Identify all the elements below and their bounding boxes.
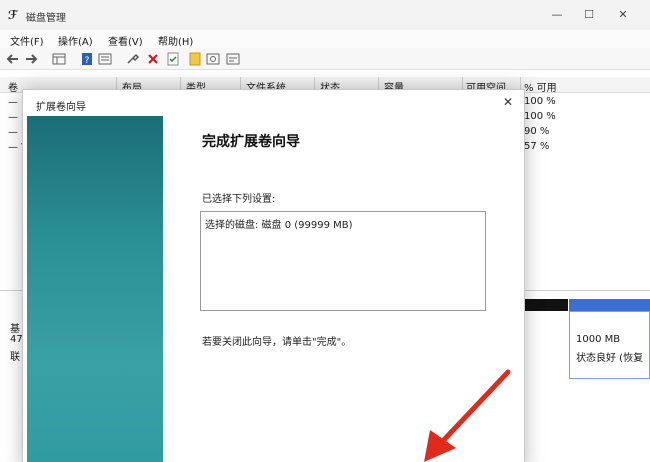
disk-status: 联 (10, 352, 20, 363)
title-bar: ℱ 磁盘管理 — ☐ ✕ (0, 0, 650, 30)
close-button[interactable]: ✕ (612, 6, 634, 24)
menu-action[interactable]: 操作(A) (58, 33, 93, 48)
connect-icon[interactable] (126, 52, 140, 66)
menu-bar: 文件(F) 操作(A) 查看(V) 帮助(H) (0, 30, 650, 48)
maximize-button[interactable]: ☐ (578, 6, 600, 24)
disk-label: 基 (10, 324, 20, 335)
properties-icon[interactable] (226, 52, 240, 66)
disk-size: 47 (10, 334, 23, 345)
back-icon[interactable] (6, 52, 20, 66)
menu-view[interactable]: 查看(V) (108, 33, 143, 48)
grid-icon[interactable] (52, 52, 66, 66)
minimize-button[interactable]: — (546, 6, 568, 24)
finish-hint: 若要关闭此向导，请单击"完成"。 (202, 337, 352, 348)
forward-icon[interactable] (24, 52, 38, 66)
partition-status: 状态良好 (恢复 (576, 353, 644, 364)
percent-free: 100 % (524, 111, 556, 122)
settings-label: 已选择下列设置: (202, 194, 276, 205)
check-icon[interactable] (166, 52, 180, 66)
disk-management-icon: ℱ (8, 8, 18, 22)
partition-size: 1000 MB (576, 334, 621, 345)
menu-file[interactable]: 文件(F) (10, 33, 44, 48)
svg-text:?: ? (85, 56, 90, 66)
menu-help[interactable]: 帮助(H) (158, 33, 193, 48)
wizard-banner (27, 116, 163, 462)
delete-icon[interactable] (146, 52, 160, 66)
dialog-close-button[interactable]: ✕ (500, 94, 516, 110)
column-percent-free[interactable]: % 可用 (524, 79, 557, 94)
percent-free: 100 % (524, 96, 556, 107)
selected-disk-text: 选择的磁盘: 磁盘 0 (99999 MB) (205, 220, 353, 231)
recovery-partition[interactable]: 1000 MB 状态良好 (恢复 (569, 311, 650, 379)
folder-icon[interactable] (188, 52, 202, 66)
partition-bar (569, 299, 650, 311)
dialog-title: 扩展卷向导 (36, 102, 86, 113)
window-title: 磁盘管理 (26, 13, 66, 24)
search-icon[interactable] (206, 52, 220, 66)
percent-free: 57 % (524, 141, 550, 152)
list-icon[interactable] (98, 52, 112, 66)
extend-volume-wizard: 扩展卷向导 ✕ 完成扩展卷向导 已选择下列设置: 选择的磁盘: 磁盘 0 (99… (22, 89, 525, 462)
column-volume[interactable]: 卷 (8, 79, 18, 94)
help-icon[interactable]: ? (80, 52, 94, 66)
percent-free: 90 % (524, 126, 550, 137)
settings-summary-box[interactable]: 选择的磁盘: 磁盘 0 (99999 MB) (200, 211, 486, 311)
unallocated-bar (525, 299, 568, 311)
toolbar: ? (0, 48, 650, 70)
wizard-heading: 完成扩展卷向导 (202, 134, 300, 150)
